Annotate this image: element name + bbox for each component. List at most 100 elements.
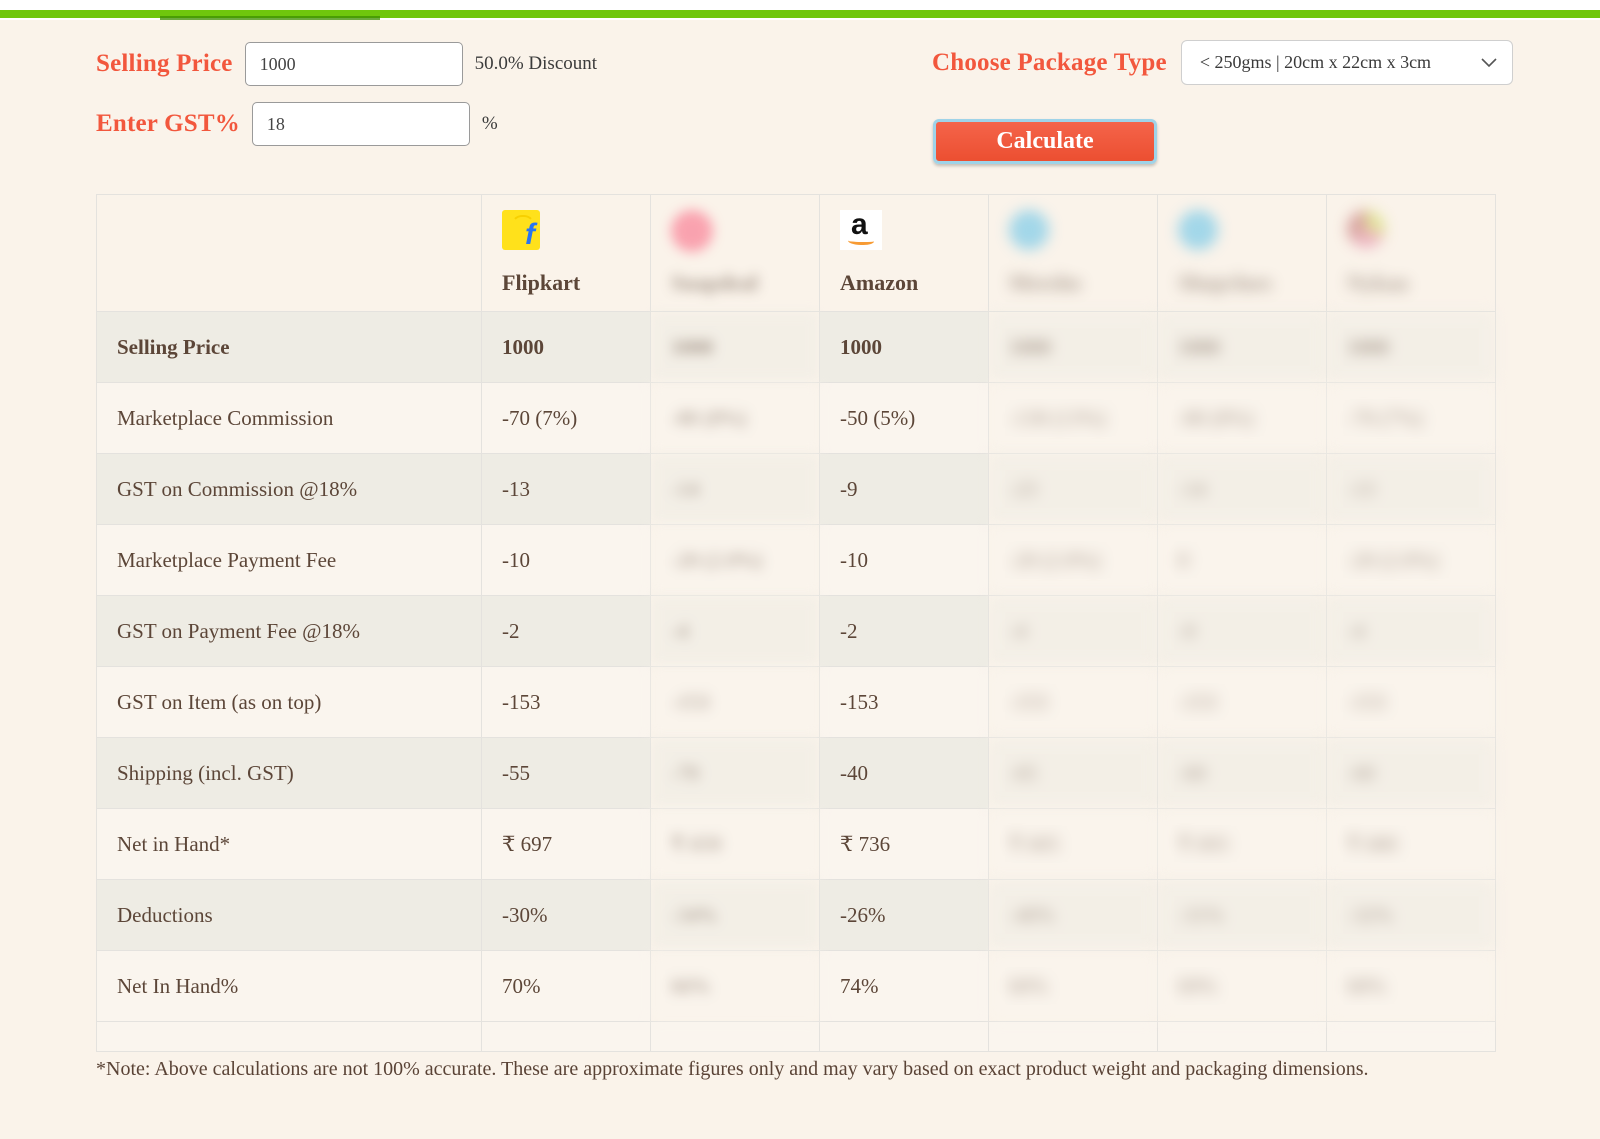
results-table-wrap: f Flipkart Snapdeal a Amazon Meesho Shop… [96,194,1496,1052]
cell-amazon: ₹ 736 [819,808,989,880]
cell-flipkart: -10 [481,524,651,596]
gst-input[interactable] [251,102,470,146]
cell-snapdeal: -153 [650,666,820,738]
cell-nykaa: -60 [1326,737,1496,809]
cell-meesho: -153 [988,666,1158,738]
spacer-cell [1157,1021,1327,1052]
table-row: Deductions -30% -34% -26% -40% -31% -32% [96,879,1496,951]
package-type-selected-value: < 250gms | 20cm x 22cm x 3cm [1180,40,1513,85]
cell-snapdeal: -14 [650,453,820,525]
column-label: Flipkart [502,270,581,295]
cell-snapdeal: ₹ 659 [650,808,820,880]
cell-meesho: -40% [988,879,1158,951]
spacer-cell [650,1021,820,1052]
cell-amazon: -10 [819,524,989,596]
cell-shopclues: 69% [1157,950,1327,1022]
column-header-shopclues: Shopclues [1157,194,1327,312]
column-label: Nykaa [1347,270,1409,295]
cell-shopclues: 1000 [1157,311,1327,383]
cell-flipkart: ₹ 697 [481,808,651,880]
cell-flipkart: 70% [481,950,651,1022]
discount-text: 50.0% Discount [474,53,598,74]
column-label: Amazon [840,270,919,295]
cell-amazon: -26% [819,879,989,951]
cell-amazon: 1000 [819,311,989,383]
table-row: GST on Item (as on top) -153 -153 -153 -153-… [96,666,1496,738]
package-type-select[interactable]: < 250gms | 20cm x 22cm x 3cm [1180,40,1513,85]
table-row: Marketplace Commission -70 (7%) -80 (8%) -5… [96,382,1496,454]
selling-price-label: Selling Price [96,50,233,77]
row-label: GST on Payment Fee @18% [96,595,482,667]
cell-shopclues: 0 [1157,524,1327,596]
table-row: Net in Hand* ₹ 697 ₹ 659 ₹ 736 ₹ 605 ₹ 693 ₹ 6… [96,808,1496,880]
cell-meesho: -4 [988,595,1158,667]
cell-flipkart: -13 [481,453,651,525]
package-type-row: Choose Package Type < 250gms | 20cm x 22… [932,40,1513,85]
column-header-snapdeal: Snapdeal [650,194,820,312]
selling-price-row: Selling Price 50.0% Discount [96,42,597,86]
cell-amazon: 74% [819,950,989,1022]
percent-suffix: % [481,113,498,134]
cell-flipkart: -30% [481,879,651,951]
cell-flipkart: -153 [481,666,651,738]
cell-shopclues: -80 (8%) [1157,382,1327,454]
spacer-cell [1326,1021,1496,1052]
top-accent-bar [0,0,1600,20]
row-label: Selling Price [96,311,482,383]
gst-row: Enter GST% % [96,102,498,146]
table-row: Selling Price 1000 1000 1000 1000 1000 1000 [96,311,1496,383]
cell-amazon: -40 [819,737,989,809]
blue-circle-logo [1178,210,1306,262]
spacer-cell [819,1021,989,1052]
row-label: Net In Hand% [96,950,482,1022]
calculate-button[interactable]: Calculate [933,119,1157,164]
cell-shopclues: -31% [1157,879,1327,951]
cell-amazon: -2 [819,595,989,667]
cell-snapdeal: -34% [650,879,820,951]
spacer-cell [988,1021,1158,1052]
fee-comparison-table: f Flipkart Snapdeal a Amazon Meesho Shop… [96,194,1496,1052]
cell-meesho: -23 [988,453,1158,525]
cell-meesho: -20 (2.0%) [988,524,1158,596]
cell-snapdeal: -70 [650,737,820,809]
flipkart-logo: f [502,210,630,262]
cell-nykaa: -70 (7%) [1326,382,1496,454]
table-head: f Flipkart Snapdeal a Amazon Meesho Shop… [96,194,1496,312]
cell-amazon: -50 (5%) [819,382,989,454]
table-row: Net In Hand% 70% 66% 74% 60% 69% 68% [96,950,1496,1022]
cell-nykaa: ₹ 680 [1326,808,1496,880]
row-label: GST on Item (as on top) [96,666,482,738]
row-label: Deductions [96,879,482,951]
amazon-logo: a [840,208,968,262]
column-header-flipkart: f Flipkart [481,194,651,312]
selling-price-input[interactable] [244,42,463,86]
cell-snapdeal: 66% [650,950,820,1022]
row-label: GST on Commission @18% [96,453,482,525]
cell-flipkart: -70 (7%) [481,382,651,454]
footnote: *Note: Above calculations are not 100% a… [96,1058,1369,1080]
multicolor-circle-logo [1347,210,1475,262]
cell-snapdeal: 1000 [650,311,820,383]
cell-shopclues: ₹ 693 [1157,808,1327,880]
cell-shopclues: -0 [1157,595,1327,667]
cell-shopclues: -14 [1157,453,1327,525]
header-row: f Flipkart Snapdeal a Amazon Meesho Shop… [96,194,1496,312]
cell-amazon: -153 [819,666,989,738]
spacer-cell [481,1021,651,1052]
cell-shopclues: -60 [1157,737,1327,809]
row-label: Marketplace Payment Fee [96,524,482,596]
spacer-cell [96,1021,482,1052]
cell-meesho: -130 (13%) [988,382,1158,454]
cell-nykaa: -13 [1326,453,1496,525]
cell-nykaa: 68% [1326,950,1496,1022]
input-form: Selling Price 50.0% Discount Enter GST% … [0,20,1600,170]
column-header-meesho: Meesho [988,194,1158,312]
table-row: GST on Payment Fee @18% -2 -4 -2 -4 -0 -4 [96,595,1496,667]
cell-nykaa: -20 (2.0%) [1326,524,1496,596]
cell-amazon: -9 [819,453,989,525]
table-spacer-row [96,1021,1496,1052]
row-label: Marketplace Commission [96,382,482,454]
row-label: Net in Hand* [96,808,482,880]
pink-circle-logo [671,210,799,262]
page-root: Selling Price 50.0% Discount Enter GST% … [0,0,1600,1139]
